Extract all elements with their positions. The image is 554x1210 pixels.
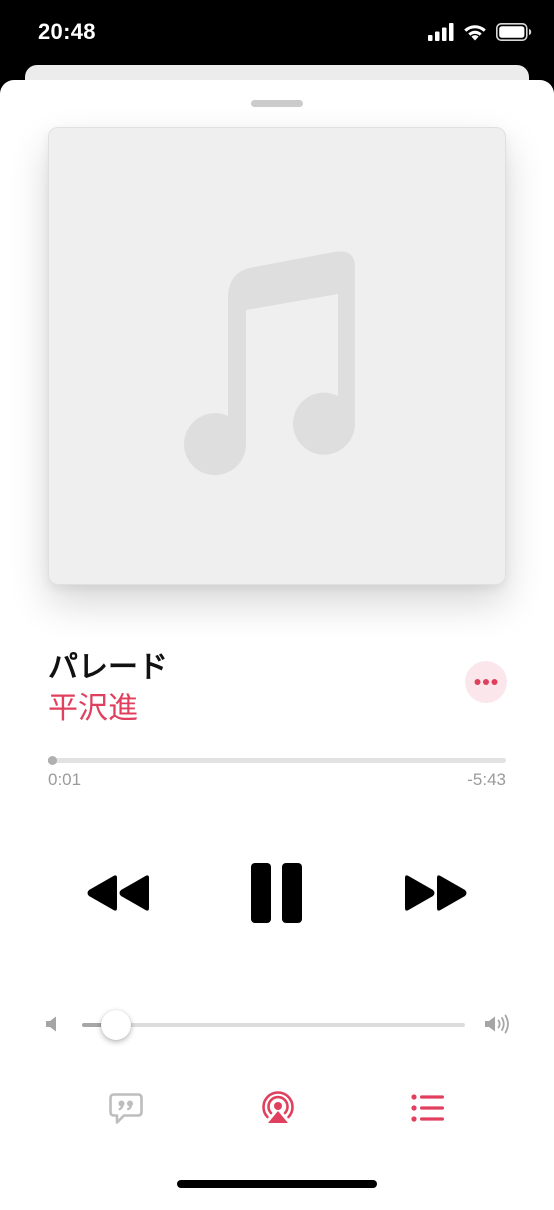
wifi-icon	[463, 23, 487, 46]
remaining-time: -5:43	[467, 770, 506, 789]
fast-forward-icon	[404, 874, 468, 912]
airplay-icon	[259, 1088, 297, 1126]
playback-progress-track[interactable]	[48, 758, 506, 763]
sheet-grabber-handle[interactable]	[251, 100, 303, 107]
status-time: 20:48	[38, 19, 96, 44]
playback-progress-knob[interactable]	[47, 756, 57, 765]
more-options-button[interactable]	[465, 661, 507, 703]
lyrics-button[interactable]	[109, 1093, 143, 1125]
battery-icon	[496, 22, 532, 46]
speaker-high-icon	[485, 1014, 511, 1034]
status-bar: 20:48	[0, 0, 554, 68]
rewind-button[interactable]	[86, 874, 150, 912]
fast-forward-button[interactable]	[404, 874, 468, 912]
speaker-low-icon	[46, 1016, 60, 1032]
lyrics-quote-icon	[109, 1093, 143, 1125]
rewind-icon	[86, 874, 150, 912]
volume-slider-track[interactable]	[82, 1023, 465, 1027]
elapsed-time: 0:01	[48, 770, 82, 789]
cellular-signal-icon	[428, 22, 454, 46]
artist-name[interactable]: 平沢進	[48, 683, 138, 727]
album-artwork	[48, 127, 506, 585]
airplay-button[interactable]	[259, 1088, 297, 1126]
pause-button[interactable]	[251, 863, 303, 923]
status-icons	[428, 22, 532, 46]
pause-icon	[251, 863, 303, 923]
up-next-queue-button[interactable]	[411, 1094, 445, 1122]
up-next-list-icon	[411, 1094, 445, 1122]
song-title: パレード	[48, 650, 168, 685]
home-indicator[interactable]	[177, 1180, 377, 1188]
